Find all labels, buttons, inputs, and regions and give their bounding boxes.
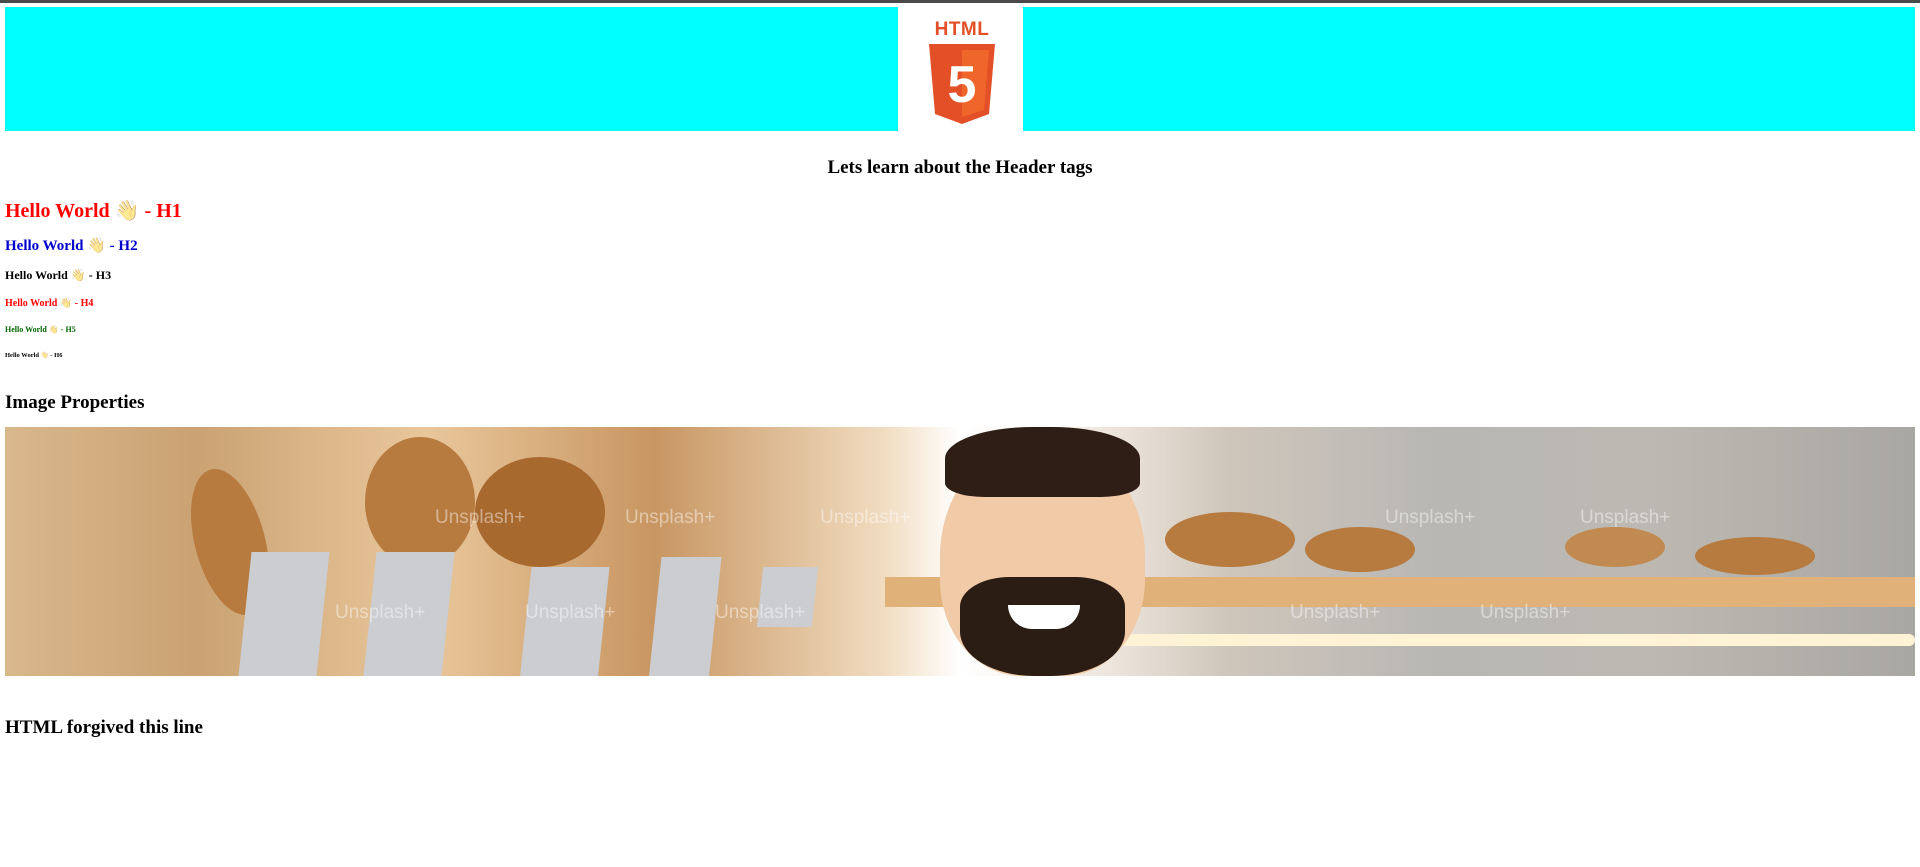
heading-h1-suffix: - H1: [144, 200, 182, 222]
bread-crate: [648, 557, 722, 676]
heading-h6-text: Hello World: [5, 352, 40, 359]
heading-h4-text: Hello World: [5, 298, 58, 309]
heading-h3-text: Hello World: [5, 268, 68, 282]
banner-cyan-left: [5, 7, 898, 131]
heading-h4-suffix: - H4: [74, 298, 94, 309]
unsplash-watermark: Unsplash+: [1580, 507, 1671, 528]
unsplash-watermark: Unsplash+: [335, 602, 426, 623]
raised-hand-icon: 👋: [59, 298, 73, 309]
heading-h3-suffix: - H3: [88, 268, 112, 282]
bread-loaf: [1565, 527, 1665, 567]
heading-h5-suffix: - H5: [60, 325, 76, 334]
heading-h5-text: Hello World: [5, 325, 47, 334]
html5-logo: HTML 5: [927, 19, 997, 125]
banner-cyan-right: [1023, 7, 1915, 131]
html5-digit: 5: [948, 56, 977, 114]
heading-h2: Hello World 👋 - H2: [5, 236, 138, 255]
bakery-photo: Unsplash+ Unsplash+ Unsplash+ Unsplash+ …: [5, 427, 1915, 676]
heading-h2-text: Hello World: [5, 238, 84, 254]
heading-h6: Hello World 👋 - H6: [5, 351, 62, 359]
raised-hand-icon: 👋: [70, 268, 86, 282]
unsplash-watermark: Unsplash+: [625, 507, 716, 528]
heading-h1: Hello World 👋 - H1: [5, 198, 182, 223]
photo-shelf-light: [1055, 634, 1915, 646]
bread-loaf: [1305, 527, 1415, 572]
unsplash-watermark: Unsplash+: [1290, 602, 1381, 623]
bread-loaf: [1165, 512, 1295, 567]
footer-heading: HTML forgived this line: [5, 717, 203, 738]
unsplash-watermark: Unsplash+: [435, 507, 526, 528]
bread-loaf: [1695, 537, 1815, 575]
html5-shield-icon: 5: [929, 44, 995, 124]
image-section-title: Image Properties: [5, 392, 145, 413]
unsplash-watermark: Unsplash+: [1385, 507, 1476, 528]
html5-logo-text: HTML: [934, 19, 990, 40]
header-banner: HTML 5: [5, 7, 1915, 131]
unsplash-watermark: Unsplash+: [525, 602, 616, 623]
unsplash-watermark: Unsplash+: [1480, 602, 1571, 623]
raised-hand-icon: 👋: [48, 325, 59, 334]
raised-hand-icon: 👋: [114, 200, 140, 222]
bread-crate: [238, 552, 330, 676]
heading-h1-text: Hello World: [5, 200, 110, 222]
intro-heading: Lets learn about the Header tags: [827, 157, 1093, 178]
bread-loaf: [365, 437, 475, 567]
unsplash-watermark: Unsplash+: [715, 602, 806, 623]
heading-h4: Hello World 👋 - H4: [5, 298, 93, 309]
heading-h6-suffix: - H6: [50, 352, 63, 359]
heading-h2-suffix: - H2: [109, 238, 138, 254]
heading-h5: Hello World 👋 - H5: [5, 325, 76, 334]
heading-h3: Hello World 👋 - H3: [5, 268, 111, 283]
raised-hand-icon: 👋: [40, 352, 49, 359]
browser-top-edge: [0, 0, 1920, 3]
baker-hair: [945, 427, 1140, 497]
raised-hand-icon: 👋: [87, 238, 106, 254]
unsplash-watermark: Unsplash+: [820, 507, 911, 528]
